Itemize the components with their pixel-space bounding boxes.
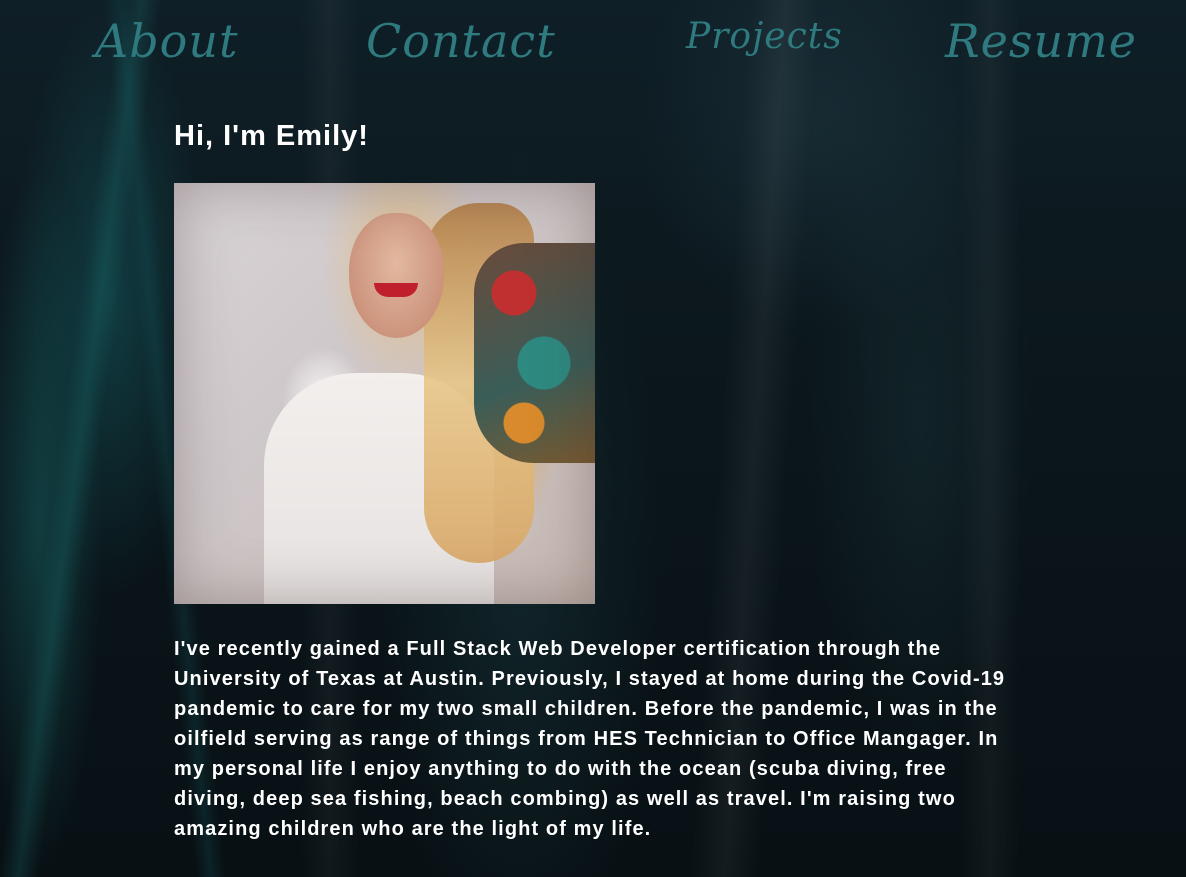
- curtain-fold: [0, 0, 162, 877]
- nav-link-projects[interactable]: Projects: [686, 16, 843, 57]
- nav-link-resume[interactable]: Resume: [945, 14, 1137, 68]
- photo-vignette: [174, 183, 595, 604]
- nav-link-contact[interactable]: Contact: [366, 14, 556, 68]
- top-nav: About Contact Projects Resume: [0, 0, 1186, 90]
- about-section: Hi, I'm Emily! I've recently gained a Fu…: [174, 120, 1014, 844]
- bio-text: I've recently gained a Full Stack Web De…: [174, 638, 1006, 840]
- page-title: Hi, I'm Emily!: [174, 120, 369, 152]
- profile-photo: [174, 183, 595, 604]
- nav-link-about[interactable]: About: [95, 14, 238, 68]
